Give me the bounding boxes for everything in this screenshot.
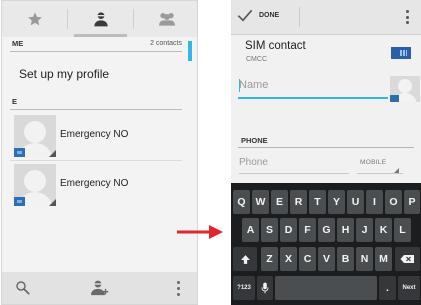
tab-favorites[interactable] bbox=[2, 1, 67, 37]
key-s[interactable]: S bbox=[261, 218, 278, 242]
key-d[interactable]: D bbox=[280, 218, 297, 242]
key-h[interactable]: H bbox=[337, 218, 354, 242]
backspace-icon bbox=[400, 255, 414, 263]
me-section-label: ME bbox=[12, 39, 24, 48]
phone-input[interactable] bbox=[239, 152, 349, 172]
sim-card-icon bbox=[391, 47, 411, 59]
me-section-header: ME 2 contacts bbox=[10, 38, 182, 52]
contacts-tab-bar bbox=[2, 1, 197, 37]
phone-type-dropdown[interactable]: MOBILE bbox=[357, 158, 409, 174]
phone-input-underline bbox=[239, 173, 349, 174]
contacts-list-screen: ME 2 contacts Set up my profile E Emerge… bbox=[1, 0, 198, 305]
key-o[interactable]: O bbox=[385, 190, 402, 214]
contact-photo bbox=[14, 164, 56, 206]
account-type[interactable]: SIM contact bbox=[245, 40, 306, 52]
key-t[interactable]: T bbox=[309, 190, 326, 214]
contact-name: Emergency NO bbox=[60, 129, 129, 140]
account-carrier: CMCC bbox=[246, 56, 267, 63]
action-bar: DONE bbox=[231, 0, 421, 35]
key-y[interactable]: Y bbox=[328, 190, 345, 214]
search-icon[interactable] bbox=[15, 280, 31, 296]
checkmark-icon bbox=[237, 9, 253, 22]
tab-groups[interactable] bbox=[134, 1, 197, 37]
key-v[interactable]: V bbox=[318, 247, 335, 271]
key-u[interactable]: U bbox=[347, 190, 364, 214]
e-section-label: E bbox=[12, 97, 18, 106]
symbols-key[interactable]: ?123 bbox=[233, 276, 255, 300]
key-g[interactable]: G bbox=[318, 218, 335, 242]
text-cursor bbox=[239, 79, 240, 92]
setup-profile-item[interactable]: Set up my profile bbox=[19, 67, 109, 81]
section-divider bbox=[238, 147, 414, 148]
key-p[interactable]: P bbox=[404, 190, 420, 214]
sim-badge-icon bbox=[390, 95, 399, 102]
phone-type-label: MOBILE bbox=[360, 159, 387, 166]
period-key[interactable]: . bbox=[379, 276, 396, 300]
contact-list-item[interactable]: Emergency NO bbox=[14, 115, 182, 157]
contact-photo bbox=[14, 115, 56, 157]
shift-arrow-icon bbox=[240, 254, 250, 264]
key-r[interactable]: R bbox=[290, 190, 307, 214]
key-w[interactable]: W bbox=[252, 190, 269, 214]
microphone-icon bbox=[261, 282, 269, 294]
transition-arrow-icon bbox=[177, 225, 223, 239]
done-button[interactable]: DONE bbox=[237, 8, 279, 22]
key-l[interactable]: L bbox=[394, 218, 411, 242]
key-i[interactable]: I bbox=[366, 190, 383, 214]
name-field-group bbox=[238, 74, 420, 102]
done-label: DONE bbox=[259, 11, 280, 19]
add-contact-icon[interactable] bbox=[91, 279, 109, 296]
contact-name: Emergency NO bbox=[60, 178, 129, 189]
key-z[interactable]: Z bbox=[261, 247, 278, 271]
action-bar-divider bbox=[299, 7, 300, 27]
e-section-header: E bbox=[10, 96, 182, 110]
more-options-icon[interactable] bbox=[177, 281, 181, 296]
key-x[interactable]: X bbox=[280, 247, 297, 271]
scrollbar[interactable] bbox=[188, 41, 192, 61]
key-j[interactable]: J bbox=[356, 218, 373, 242]
space-bar[interactable] bbox=[275, 276, 377, 300]
group-icon bbox=[158, 13, 175, 26]
contact-photo-button[interactable] bbox=[390, 76, 420, 102]
contact-list-item[interactable]: Emergency NO bbox=[14, 164, 182, 206]
key-m[interactable]: M bbox=[375, 247, 392, 271]
key-k[interactable]: K bbox=[375, 218, 392, 242]
backspace-key[interactable] bbox=[395, 247, 420, 271]
list-divider bbox=[10, 160, 182, 161]
key-b[interactable]: B bbox=[337, 247, 354, 271]
sim-badge-icon bbox=[14, 197, 25, 206]
new-contact-screen: DONE SIM contact CMCC PHONE MOBILE Q W E… bbox=[231, 0, 421, 305]
key-n[interactable]: N bbox=[356, 247, 373, 271]
name-input[interactable] bbox=[238, 74, 386, 96]
key-c[interactable]: C bbox=[299, 247, 316, 271]
person-icon bbox=[93, 12, 108, 27]
sim-badge-icon bbox=[14, 148, 25, 157]
soft-keyboard: Q W E R T Y U I O P A S D F G H J K L Z … bbox=[231, 183, 421, 305]
key-a[interactable]: A bbox=[242, 218, 259, 242]
tab-contacts[interactable] bbox=[68, 1, 133, 37]
shift-key[interactable] bbox=[233, 247, 257, 271]
bottom-action-bar bbox=[2, 272, 197, 304]
name-input-underline bbox=[238, 97, 388, 99]
key-e[interactable]: E bbox=[271, 190, 288, 214]
phone-section-header: PHONE bbox=[241, 136, 268, 145]
next-key[interactable]: Next bbox=[398, 276, 420, 300]
star-icon bbox=[27, 12, 42, 26]
key-q[interactable]: Q bbox=[233, 190, 250, 214]
more-options-icon[interactable] bbox=[401, 8, 413, 26]
voice-input-key[interactable] bbox=[257, 276, 273, 300]
key-f[interactable]: F bbox=[299, 218, 316, 242]
contacts-count: 2 contacts bbox=[150, 40, 182, 47]
